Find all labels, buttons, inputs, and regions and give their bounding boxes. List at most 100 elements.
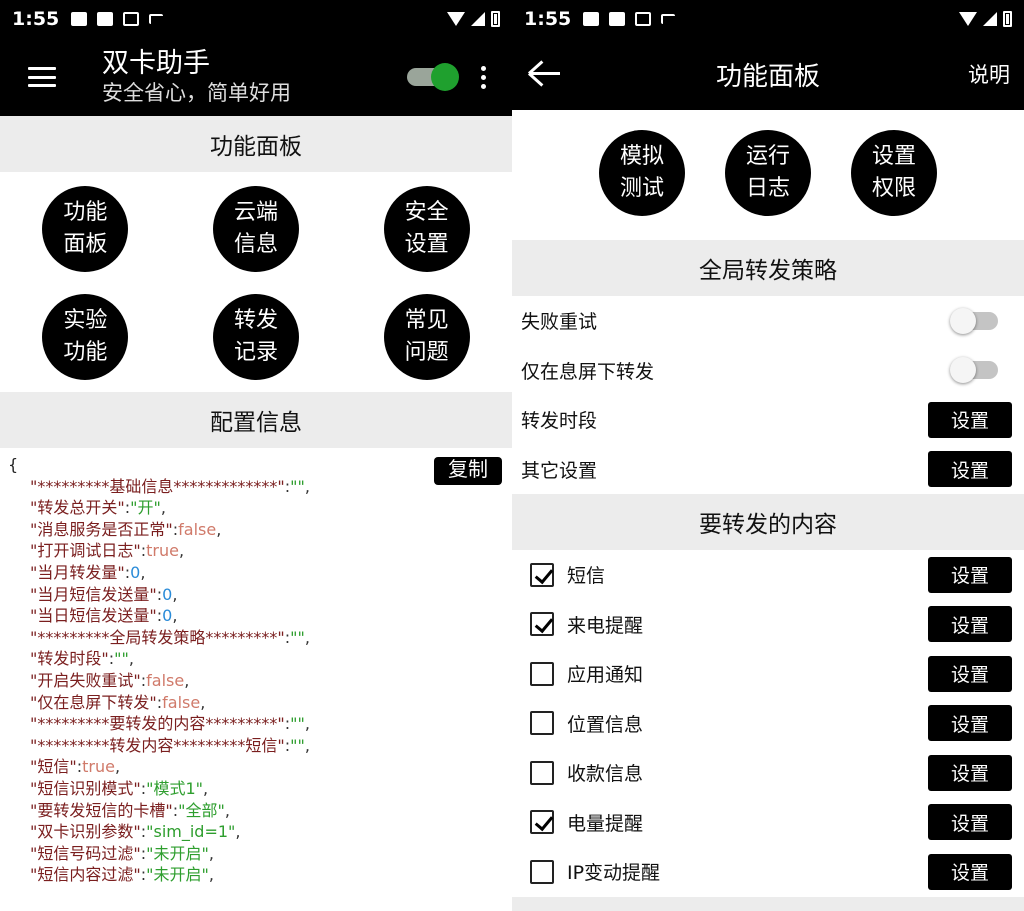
simulate-test-button[interactable]: 模拟 测试 bbox=[599, 130, 685, 216]
forward-records-button[interactable]: 转发 记录 bbox=[212, 294, 299, 380]
config-line: "短信内容过滤":"未开启", bbox=[30, 865, 214, 885]
content-item-checkbox[interactable] bbox=[530, 711, 554, 736]
content-item-set-button[interactable]: 设置 bbox=[928, 655, 1012, 692]
stop-notification-icon bbox=[609, 12, 626, 26]
config-line: "当月转发量":0, bbox=[30, 562, 146, 582]
config-value: 0 bbox=[162, 606, 173, 626]
other-row: 其它设置 设置 bbox=[512, 444, 1024, 494]
content-item-checkbox[interactable] bbox=[530, 661, 554, 686]
config-key: "打开调试日志" bbox=[30, 541, 141, 561]
content-item-row: 位置信息 设置 bbox=[512, 698, 1024, 748]
screen-title: 功能面板 bbox=[715, 61, 820, 92]
content-item-set-button[interactable]: 设置 bbox=[928, 804, 1012, 841]
config-key: "当月短信发送量" bbox=[30, 584, 157, 604]
screen-off-row: 仅在息屏下转发 bbox=[512, 345, 1024, 395]
config-line: "当日短信发送量":0, bbox=[30, 606, 178, 626]
content-item-checkbox[interactable] bbox=[530, 859, 554, 884]
retry-row: 失败重试 bbox=[512, 296, 1024, 346]
content-item-checkbox[interactable] bbox=[530, 612, 554, 637]
cell-signal-icon bbox=[983, 12, 997, 26]
config-key: "*********全局转发策略*********" bbox=[30, 627, 285, 647]
config-value: "" bbox=[114, 649, 129, 669]
image-notification-icon bbox=[71, 12, 88, 26]
screen-off-label: 仅在息屏下转发 bbox=[521, 360, 655, 383]
menu-icon[interactable] bbox=[28, 67, 56, 87]
set-permissions-button[interactable]: 设置 权限 bbox=[851, 130, 937, 216]
content-item-row: 收款信息 设置 bbox=[512, 748, 1024, 798]
config-lines: "*********基础信息*************":"", "转发总开关":… bbox=[8, 476, 504, 886]
faq-button[interactable]: 常见 问题 bbox=[383, 294, 470, 380]
content-item-label: 电量提醒 bbox=[567, 812, 644, 835]
help-button[interactable]: 说明 bbox=[968, 59, 1010, 89]
content-item-row: 来电提醒 设置 bbox=[512, 599, 1024, 649]
config-line: "短信":true, bbox=[30, 757, 121, 777]
screen-off-toggle[interactable] bbox=[950, 357, 998, 384]
json-open-brace: { bbox=[8, 455, 19, 474]
status-time: 1:55 bbox=[12, 8, 60, 30]
copy-button[interactable]: 复制 bbox=[434, 457, 502, 485]
run-log-button[interactable]: 运行 日志 bbox=[725, 130, 811, 216]
content-item-set-button[interactable]: 设置 bbox=[928, 705, 1012, 742]
config-line: "双卡识别参数":"sim_id=1", bbox=[30, 822, 241, 842]
back-arrow-icon[interactable] bbox=[526, 59, 564, 89]
panel-section-title: 功能面板 bbox=[0, 116, 512, 172]
config-value: "" bbox=[290, 627, 305, 647]
config-value: false bbox=[178, 519, 217, 539]
cloud-info-button[interactable]: 云端 信息 bbox=[212, 186, 299, 272]
content-item-checkbox[interactable] bbox=[530, 562, 554, 587]
config-line: "转发时段":"", bbox=[30, 649, 134, 669]
content-item-row: 短信 设置 bbox=[512, 550, 1024, 600]
app-bar-2: 功能面板 说明 bbox=[512, 38, 1024, 110]
config-key: "开启失败重试" bbox=[30, 670, 141, 690]
strategy-section-title: 全局转发策略 bbox=[512, 240, 1024, 296]
tools-row: 模拟 测试 运行 日志 设置 权限 bbox=[512, 110, 1024, 240]
config-key: "*********要转发的内容*********" bbox=[30, 714, 285, 734]
content-item-label: IP变动提醒 bbox=[567, 862, 661, 885]
config-value: false bbox=[146, 670, 185, 690]
config-key: "当月转发量" bbox=[30, 562, 125, 582]
content-item-row: 应用通知 设置 bbox=[512, 649, 1024, 699]
security-settings-button[interactable]: 安全 设置 bbox=[383, 186, 470, 272]
config-value: "sim_id=1" bbox=[146, 822, 236, 842]
config-key: "双卡识别参数" bbox=[30, 822, 141, 842]
master-switch[interactable] bbox=[407, 63, 459, 91]
config-line: "打开调试日志":true, bbox=[30, 541, 185, 561]
config-value: "未开启" bbox=[146, 843, 209, 863]
a-notification-icon bbox=[123, 12, 140, 26]
experimental-button[interactable]: 实验 功能 bbox=[42, 294, 129, 380]
period-row: 转发时段 设置 bbox=[512, 395, 1024, 445]
config-key: "当日短信发送量" bbox=[30, 606, 157, 626]
retry-label: 失败重试 bbox=[521, 311, 598, 334]
config-key: "消息服务是否正常" bbox=[30, 519, 173, 539]
content-item-checkbox[interactable] bbox=[530, 810, 554, 835]
content-item-set-button[interactable]: 设置 bbox=[928, 853, 1012, 890]
battery-icon bbox=[491, 11, 500, 27]
config-value: "未开启" bbox=[146, 865, 209, 885]
config-line: "*********全局转发策略*********":"", bbox=[30, 627, 310, 647]
config-value: "模式1" bbox=[146, 778, 204, 798]
config-value: "" bbox=[290, 735, 305, 755]
config-value: 0 bbox=[162, 584, 173, 604]
more-options-icon[interactable] bbox=[481, 65, 486, 89]
config-line: "仅在息屏下转发":false, bbox=[30, 692, 206, 712]
app-title: 双卡助手 bbox=[102, 48, 210, 79]
content-item-set-button[interactable]: 设置 bbox=[928, 754, 1012, 791]
config-key: "要转发短信的卡槽" bbox=[30, 800, 173, 820]
retry-toggle[interactable] bbox=[950, 307, 998, 334]
config-json-view: { "*********基础信息*************":"", "转发总开关… bbox=[0, 448, 512, 911]
content-item-checkbox[interactable] bbox=[530, 760, 554, 785]
config-key: "短信" bbox=[30, 757, 77, 777]
content-item-set-button[interactable]: 设置 bbox=[928, 606, 1012, 643]
status-time-2: 1:55 bbox=[524, 8, 572, 30]
battery-icon bbox=[1003, 11, 1012, 27]
content-item-set-button[interactable]: 设置 bbox=[928, 556, 1012, 593]
config-value: "开" bbox=[130, 498, 161, 518]
missed-call-icon bbox=[149, 14, 164, 24]
config-key: "短信号码过滤" bbox=[30, 843, 141, 863]
content-item-label: 收款信息 bbox=[567, 763, 644, 786]
period-set-button[interactable]: 设置 bbox=[928, 401, 1012, 438]
other-set-button[interactable]: 设置 bbox=[928, 451, 1012, 488]
feature-panel-button[interactable]: 功能 面板 bbox=[42, 186, 129, 272]
config-key: "短信识别模式" bbox=[30, 778, 141, 798]
main-screen: 1:55 双卡助手 安全省心，简单好用 功能面板 功能 面板 云端 信息 安全 设置 … bbox=[0, 0, 512, 911]
